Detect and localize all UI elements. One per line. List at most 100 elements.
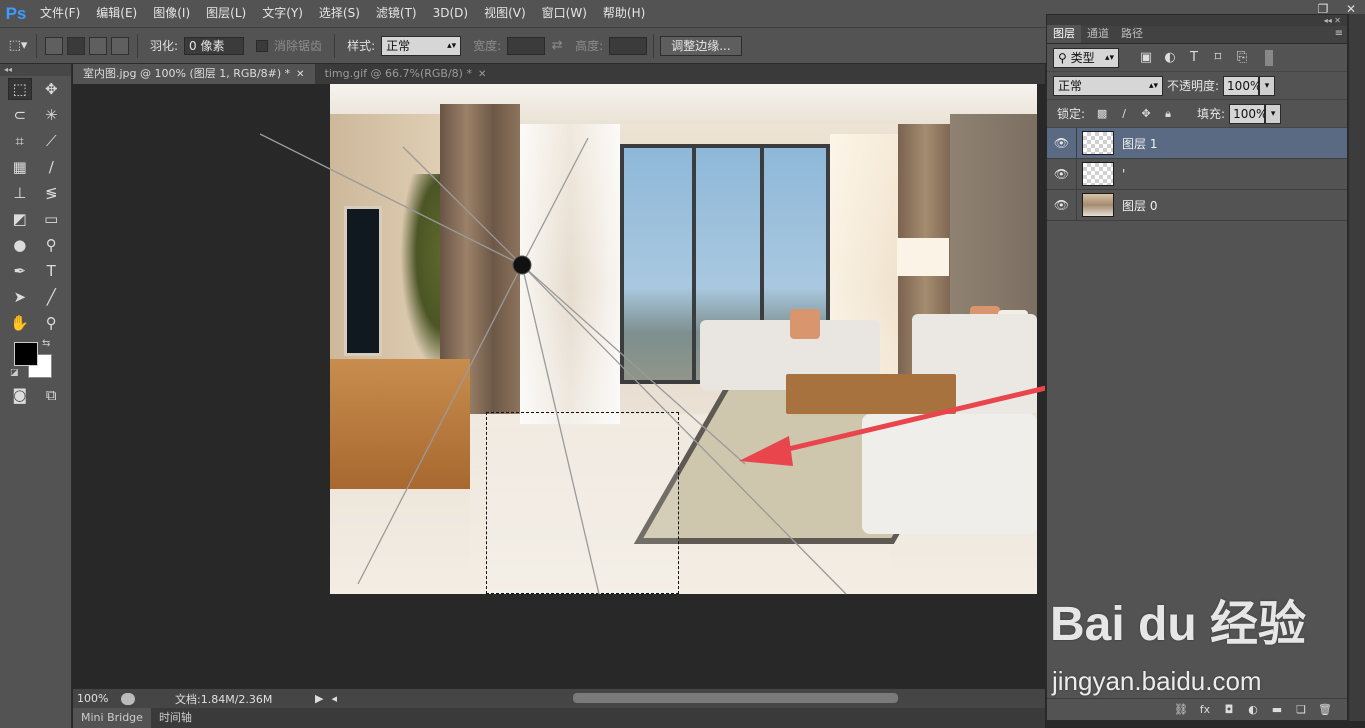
scroll-left-icon[interactable]: ◂ [331,692,337,705]
line-tool-icon[interactable]: ╱ [39,286,63,308]
add-selection-button[interactable] [67,36,85,55]
canvas-area[interactable] [73,84,1045,688]
path-selection-tool-icon[interactable]: ➤ [8,286,32,308]
tab-channels[interactable]: 通道 [1081,25,1115,43]
swap-colors-icon[interactable]: ⇆ [42,338,50,349]
lock-transparency-icon[interactable]: ▩ [1093,105,1111,123]
pixel-filter-icon[interactable]: ▣ [1137,49,1155,67]
healing-brush-tool-icon[interactable]: ▦ [8,156,32,178]
marquee-preset-icon[interactable]: ⬚▾ [6,35,30,57]
menu-filter[interactable]: 滤镜(T) [368,0,425,27]
trash-icon[interactable]: 🗑︎ [1313,703,1337,716]
menu-file[interactable]: 文件(F) [32,0,88,27]
chevron-down-icon[interactable]: ▾ [1265,103,1282,124]
height-input[interactable] [609,36,648,55]
opacity-input[interactable]: 100% [1223,75,1261,96]
width-input[interactable] [507,36,546,55]
annotation-overlay [259,133,1045,595]
eraser-tool-icon[interactable]: ◩ [8,208,32,230]
magic-wand-tool-icon[interactable]: ✳ [39,104,63,126]
eye-icon[interactable]: 👁︎ [1047,158,1077,190]
subtract-selection-button[interactable] [89,36,107,55]
fx-icon[interactable]: fx [1193,703,1217,716]
zoom-tool-icon[interactable]: ⚲ [39,312,63,334]
blur-tool-icon[interactable]: ● [8,234,32,256]
layer-row[interactable]: 👁︎ 图层 1 [1047,127,1347,159]
clone-stamp-tool-icon[interactable]: ⊥ [8,182,32,204]
eye-icon[interactable]: 👁︎ [1047,127,1077,159]
feather-label: 羽化: [150,39,179,53]
panel-menu-icon[interactable]: ≡ [1335,28,1343,39]
menu-edit[interactable]: 编辑(E) [88,0,145,27]
type-filter-icon[interactable]: T [1185,49,1203,67]
brush-tool-icon[interactable]: ∕ [39,156,63,178]
zoom-level[interactable]: 100% [77,692,121,705]
menu-select[interactable]: 选择(S) [311,0,368,27]
lasso-tool-icon[interactable]: ⊂ [8,104,32,126]
lock-all-icon[interactable]: 🔒︎ [1159,105,1177,123]
menu-image[interactable]: 图像(I) [145,0,198,27]
history-brush-tool-icon[interactable]: ≶ [39,182,63,204]
tools-collapse-icon[interactable]: ◂◂ [0,64,71,76]
chevron-down-icon[interactable]: ▾ [1259,75,1276,96]
mask-icon[interactable]: ◘ [1217,703,1241,716]
foreground-color-swatch[interactable] [14,342,38,366]
tab-layers[interactable]: 图层 [1047,25,1081,43]
tab-document-2[interactable]: timg.gif @ 66.7%(RGB/8) * ✕ [315,64,497,84]
new-layer-icon[interactable]: ❏ [1289,703,1313,716]
pen-tool-icon[interactable]: ✒ [8,260,32,282]
layer-filter-row: ⚲ 类型 ▴▾ ▣ ◐ T ⌑ ⎘ [1047,44,1347,72]
adjustment-filter-icon[interactable]: ◐ [1161,49,1179,67]
screen-mode-icon[interactable]: ⧉ [39,384,63,406]
default-colors-icon[interactable]: ◪ [10,368,19,378]
style-select[interactable]: 正常 ▴▾ [381,35,462,56]
layer-thumbnail [1082,131,1114,155]
menu-window[interactable]: 窗口(W) [534,0,595,27]
tab-paths[interactable]: 路径 [1115,25,1149,43]
hand-tool-icon[interactable]: ✋ [8,312,32,334]
lock-position-icon[interactable]: ✥ [1137,105,1155,123]
menu-layer[interactable]: 图层(L) [198,0,254,27]
new-selection-button[interactable] [45,36,63,55]
adjustment-icon[interactable]: ◐ [1241,703,1265,716]
fill-input[interactable]: 100% [1229,103,1267,124]
gradient-tool-icon[interactable]: ▭ [39,208,63,230]
refine-edge-button[interactable]: 调整边缘... [660,35,742,56]
menu-type[interactable]: 文字(Y) [254,0,311,27]
close-icon[interactable]: ✕ [478,69,486,80]
intersect-selection-button[interactable] [111,36,129,55]
shape-filter-icon[interactable]: ⌑ [1209,49,1227,67]
move-tool-icon[interactable]: ✥ [39,78,63,100]
type-tool-icon[interactable]: T [39,260,63,282]
dodge-tool-icon[interactable]: ⚲ [39,234,63,256]
close-icon[interactable]: ✕ [296,69,304,80]
menu-3d[interactable]: 3D(D) [425,0,476,27]
status-info-icon[interactable] [121,692,135,705]
tab-timeline[interactable]: 时间轴 [151,708,200,728]
quick-mask-icon[interactable]: ◙ [8,384,32,406]
height-label: 高度: [575,39,604,53]
horizontal-scrollbar[interactable] [573,693,898,703]
layer-row[interactable]: 👁︎ ' [1047,158,1347,190]
tab-document-1[interactable]: 室内图.jpg @ 100% (图层 1, RGB/8#) * ✕ [73,64,315,84]
eyedropper-tool-icon[interactable]: ⟋ [39,130,63,152]
lock-pixels-icon[interactable]: ∕ [1115,105,1133,123]
eye-icon[interactable]: 👁︎ [1047,189,1077,221]
link-icon[interactable]: ⛓ [1169,703,1193,716]
layer-row[interactable]: 👁︎ 图层 0 [1047,189,1347,221]
antialias-checkbox[interactable] [256,39,269,52]
rect-marquee-tool-icon[interactable]: ⬚ [7,78,32,100]
feather-input[interactable]: 0 像素 [184,36,245,55]
menu-help[interactable]: 帮助(H) [595,0,653,27]
menu-view[interactable]: 视图(V) [476,0,534,27]
filter-kind-select[interactable]: ⚲ 类型 ▴▾ [1053,47,1119,68]
smart-object-filter-icon[interactable]: ⎘ [1233,49,1251,67]
folder-icon[interactable]: ▬ [1265,703,1289,716]
blend-mode-select[interactable]: 正常 ▴▾ [1053,75,1163,96]
crop-tool-icon[interactable]: ⌗ [8,130,32,152]
status-menu-icon[interactable]: ▶ [315,692,323,705]
arrow-shaft [760,385,1045,458]
filter-toggle[interactable] [1265,49,1273,66]
tab-mini-bridge[interactable]: Mini Bridge [73,708,151,728]
swap-dimensions-icon[interactable]: ⇄ [545,35,569,57]
